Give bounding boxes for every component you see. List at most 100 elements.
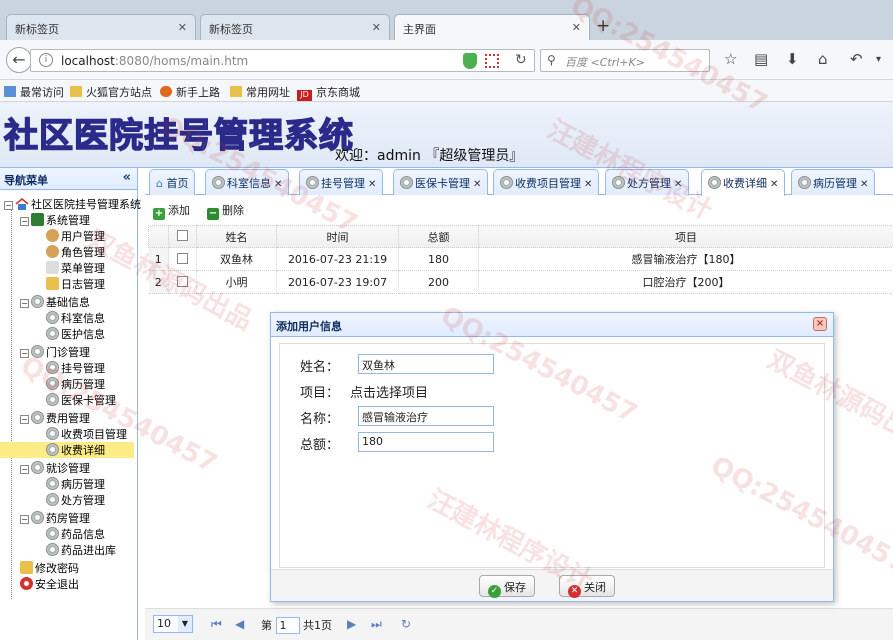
close-icon[interactable]: ✕ bbox=[372, 21, 381, 34]
row-checkbox-cell[interactable] bbox=[168, 270, 197, 294]
collapse-toggle-icon[interactable]: − bbox=[20, 415, 29, 424]
close-icon[interactable]: × bbox=[813, 317, 827, 331]
tree-group-outpatient[interactable]: − 门诊管理 bbox=[20, 344, 90, 360]
tree-group-pharmacy[interactable]: − 药房管理 bbox=[20, 510, 90, 526]
name-field[interactable]: 双鱼林 bbox=[358, 354, 494, 374]
row-checkbox[interactable] bbox=[177, 275, 188, 287]
page-number-input[interactable]: 1 bbox=[275, 617, 300, 634]
nav-item-logout[interactable]: 安全退出 bbox=[20, 576, 79, 592]
nav-item-visit-record[interactable]: 病历管理 bbox=[46, 476, 105, 492]
next-page-icon[interactable]: ▶ bbox=[347, 617, 356, 631]
new-tab-button[interactable]: + bbox=[596, 16, 610, 36]
row-checkbox[interactable] bbox=[177, 252, 188, 264]
last-page-icon[interactable]: ⏭ bbox=[371, 617, 382, 632]
browser-tab-3[interactable]: 主界面 ✕ bbox=[394, 14, 590, 41]
close-icon[interactable]: ✕ bbox=[178, 21, 187, 34]
tree-group-fees[interactable]: − 费用管理 bbox=[20, 410, 90, 426]
reading-list-icon[interactable]: ▤ bbox=[754, 50, 768, 68]
save-button[interactable]: ✓ 保存 bbox=[479, 575, 535, 598]
url-bar[interactable]: i localhost:8080/homs/main.htm ↻ bbox=[30, 49, 535, 72]
nav-item-role-manage[interactable]: 角色管理 bbox=[46, 244, 105, 260]
tab-fee-details[interactable]: 收费详细 ✕ bbox=[701, 169, 786, 196]
bookmark-item[interactable]: JD 京东商城 bbox=[297, 84, 360, 101]
browser-tab-2[interactable]: 新标签页 ✕ bbox=[200, 14, 390, 40]
shield-icon[interactable] bbox=[463, 53, 477, 69]
nav-item-menu-manage[interactable]: 菜单管理 bbox=[46, 260, 105, 276]
undo-icon[interactable]: ↶ bbox=[850, 50, 863, 68]
add-button[interactable]: + 添加 bbox=[153, 202, 190, 220]
column-header[interactable]: 项目 bbox=[478, 225, 893, 248]
tree-group-basic[interactable]: − 基础信息 bbox=[20, 294, 90, 310]
select-all-checkbox-cell[interactable] bbox=[168, 225, 197, 248]
first-page-icon[interactable]: ⏮ bbox=[211, 617, 222, 632]
tab-home[interactable]: ⌂ 首页 bbox=[149, 169, 196, 195]
close-icon[interactable]: ✕ bbox=[770, 179, 778, 190]
bookmark-item[interactable]: 最常访问 bbox=[4, 84, 64, 100]
close-icon[interactable]: ✕ bbox=[572, 21, 581, 34]
row-checkbox-cell[interactable] bbox=[168, 247, 197, 271]
reload-icon[interactable]: ↻ bbox=[515, 52, 527, 68]
collapse-toggle-icon[interactable]: − bbox=[4, 201, 13, 210]
chevron-down-icon[interactable]: ▼ bbox=[178, 616, 192, 632]
back-arrow-icon[interactable]: ← bbox=[6, 47, 32, 73]
menu-chevron-icon[interactable]: ▾ bbox=[876, 54, 881, 65]
page-size-select[interactable]: 10 ▼ bbox=[153, 615, 193, 633]
column-header[interactable]: 总额 bbox=[398, 225, 479, 248]
prev-page-icon[interactable]: ◀ bbox=[235, 617, 244, 631]
delete-button[interactable]: − 删除 bbox=[207, 202, 244, 220]
refresh-icon[interactable]: ↻ bbox=[401, 617, 411, 631]
choose-item-link[interactable]: 点击选择项目 bbox=[350, 382, 428, 401]
bookmark-item[interactable]: 常用网址 bbox=[230, 84, 290, 100]
tab-insurance-card[interactable]: 医保卡管理 ✕ bbox=[393, 169, 489, 195]
nav-item-user-manage[interactable]: 用户管理 bbox=[46, 228, 105, 244]
download-icon[interactable]: ⬇ bbox=[786, 50, 799, 68]
collapse-toggle-icon[interactable]: − bbox=[20, 465, 29, 474]
qrcode-icon[interactable] bbox=[485, 54, 499, 68]
close-icon[interactable]: ✕ bbox=[584, 179, 592, 190]
nav-item-medical-record[interactable]: 病历管理 bbox=[46, 376, 105, 392]
total-field[interactable]: 180 bbox=[358, 432, 494, 452]
collapse-icon[interactable]: « bbox=[123, 170, 131, 185]
home-icon[interactable]: ⌂ bbox=[818, 50, 828, 68]
nav-item-change-password[interactable]: 修改密码 bbox=[20, 560, 79, 576]
nav-item-insurance-card[interactable]: 医保卡管理 bbox=[46, 392, 116, 408]
collapse-toggle-icon[interactable]: − bbox=[20, 349, 29, 358]
browser-tab-1[interactable]: 新标签页 ✕ bbox=[6, 14, 196, 40]
nav-item-staff[interactable]: 医护信息 bbox=[46, 326, 105, 342]
nav-item-fee-details[interactable]: 收费详细 bbox=[0, 442, 134, 458]
tab-medical-record[interactable]: 病历管理 ✕ bbox=[791, 169, 876, 195]
tab-prescription[interactable]: 处方管理 ✕ bbox=[605, 169, 690, 195]
bookmark-item[interactable]: 新手上路 bbox=[160, 84, 220, 100]
close-icon[interactable]: ✕ bbox=[860, 179, 868, 190]
info-icon[interactable]: i bbox=[39, 53, 53, 67]
table-row[interactable]: 1 双鱼林 2016-07-23 21:19 180 感冒输液治疗【180】 bbox=[148, 247, 893, 271]
cancel-button[interactable]: ✕ 关闭 bbox=[559, 575, 615, 598]
column-header[interactable]: 时间 bbox=[276, 225, 399, 248]
tab-registration[interactable]: 挂号管理 ✕ bbox=[299, 169, 384, 195]
tab-department[interactable]: 科室信息 ✕ bbox=[205, 169, 290, 195]
tree-root[interactable]: − 社区医院挂号管理系统 bbox=[4, 196, 141, 212]
nav-item-department[interactable]: 科室信息 bbox=[46, 310, 105, 326]
collapse-toggle-icon[interactable]: − bbox=[20, 299, 29, 308]
nav-item-registration[interactable]: 挂号管理 bbox=[46, 360, 105, 376]
close-icon[interactable]: ✕ bbox=[674, 179, 682, 190]
tab-fee-items[interactable]: 收费项目管理 ✕ bbox=[493, 169, 600, 195]
search-input[interactable]: ⚲ 百度 <Ctrl+K> bbox=[540, 49, 710, 72]
close-icon[interactable]: ✕ bbox=[473, 179, 481, 190]
nav-item-drug-info[interactable]: 药品信息 bbox=[46, 526, 105, 542]
select-all-checkbox[interactable] bbox=[177, 230, 188, 241]
nav-item-drug-stock[interactable]: 药品进出库 bbox=[46, 542, 116, 558]
item-title-field[interactable]: 感冒输液治疗 bbox=[358, 406, 494, 426]
column-header[interactable]: 姓名 bbox=[196, 225, 277, 248]
nav-item-log-manage[interactable]: 日志管理 bbox=[46, 276, 105, 292]
close-icon[interactable]: ✕ bbox=[368, 179, 376, 190]
bookmark-item[interactable]: 火狐官方站点 bbox=[70, 84, 152, 100]
nav-item-prescription[interactable]: 处方管理 bbox=[46, 492, 105, 508]
tree-group-system[interactable]: − 系统管理 bbox=[20, 212, 90, 228]
collapse-toggle-icon[interactable]: − bbox=[20, 217, 29, 226]
collapse-toggle-icon[interactable]: − bbox=[20, 515, 29, 524]
nav-item-fee-items[interactable]: 收费项目管理 bbox=[46, 426, 127, 442]
close-icon[interactable]: ✕ bbox=[274, 179, 282, 190]
bookmark-star-icon[interactable]: ☆ bbox=[724, 50, 737, 68]
tree-group-visits[interactable]: − 就诊管理 bbox=[20, 460, 90, 476]
